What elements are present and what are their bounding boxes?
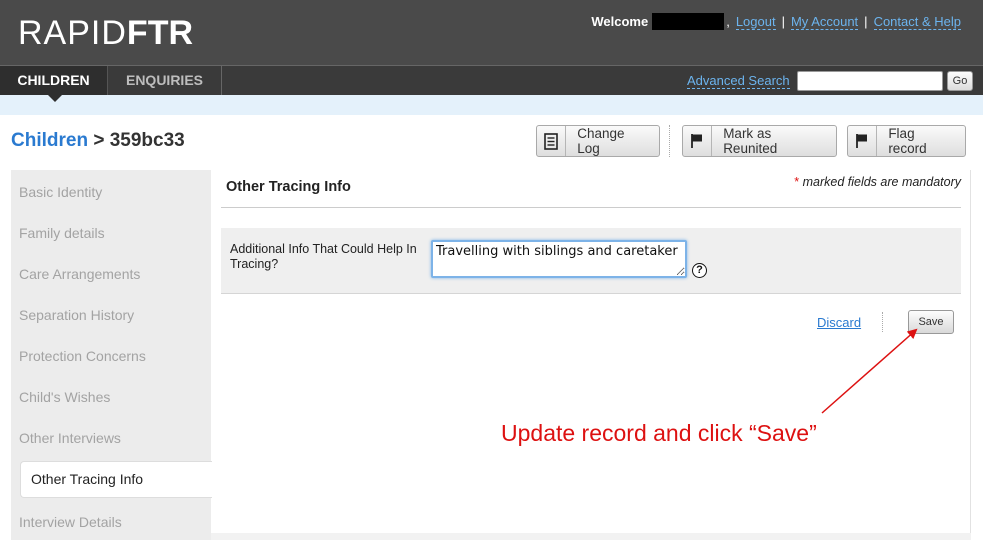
active-tab-caret — [47, 94, 63, 102]
annotation-arrow — [821, 328, 918, 414]
annotation-text: Update record and click “Save” — [501, 420, 817, 446]
